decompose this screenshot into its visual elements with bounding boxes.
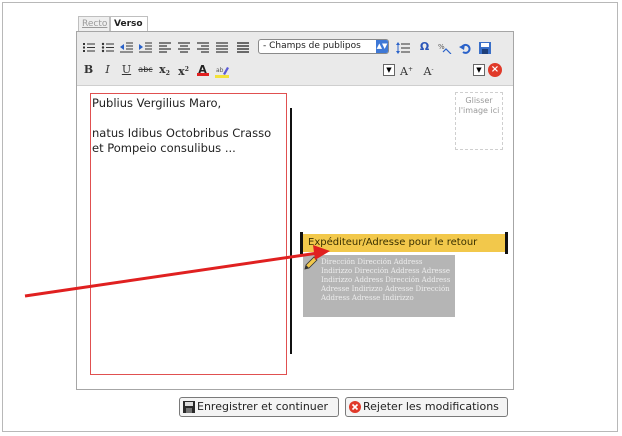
- save-continue-label: Enregistrer et continuer: [197, 400, 329, 413]
- reject-changes-label: Rejeter les modifications: [363, 400, 499, 413]
- reject-icon: [349, 401, 361, 413]
- reject-changes-button[interactable]: Rejeter les modifications: [345, 397, 508, 417]
- annotation-arrow: [24, 245, 330, 298]
- save-continue-button[interactable]: Enregistrer et continuer: [179, 397, 339, 417]
- floppy-save-icon: [183, 401, 195, 413]
